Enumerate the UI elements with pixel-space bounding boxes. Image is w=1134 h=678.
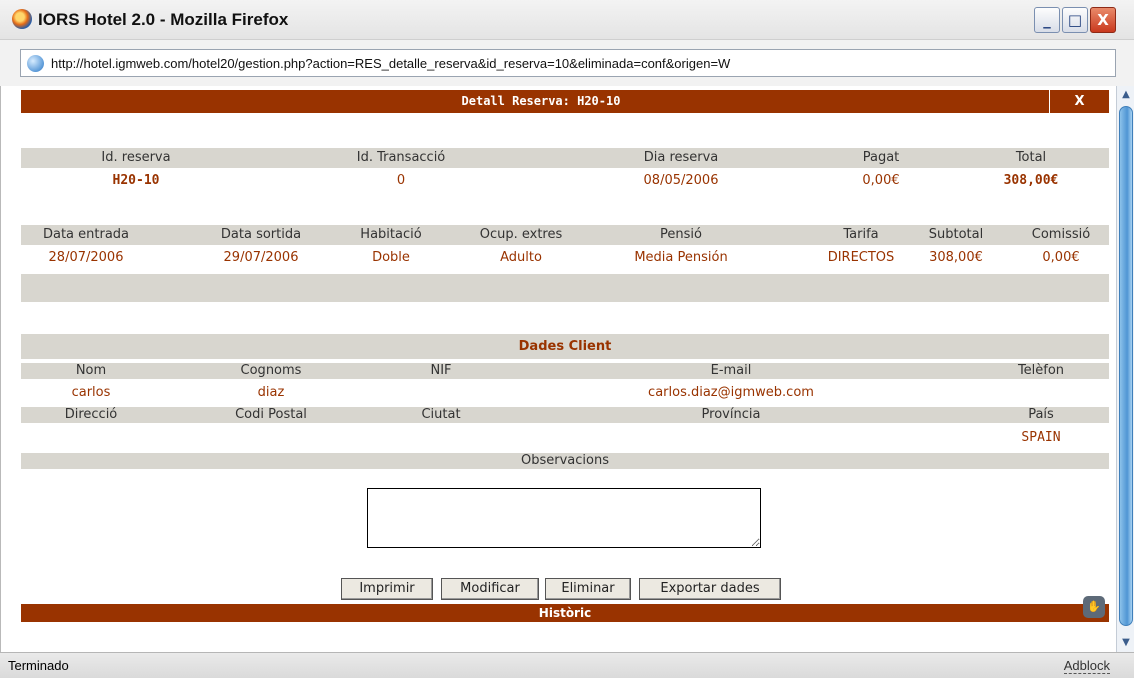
header-cognoms: Cognoms [240, 363, 302, 378]
minimize-button[interactable]: _ [1034, 7, 1060, 33]
hand-grip-icon[interactable]: ✋ [1083, 596, 1105, 618]
value-email: carlos.diaz@igmweb.com [648, 385, 814, 400]
value-habitacio: Doble [372, 250, 410, 265]
header-provincia: Província [701, 407, 761, 422]
value-data-sortida: 29/07/2006 [223, 250, 299, 265]
value-pagat: 0,00€ [862, 173, 900, 188]
value-tarifa: DIRECTOS [827, 250, 895, 265]
client-header-row-2 [21, 407, 1109, 423]
observations-label: Observacions [521, 453, 609, 468]
value-dia-reserva: 08/05/2006 [643, 173, 719, 188]
history-bar[interactable]: Històric [21, 604, 1109, 622]
value-nom: carlos [71, 385, 111, 400]
header-telefon: Telèfon [1017, 363, 1065, 378]
value-total: 308,00€ [1003, 173, 1059, 188]
header-habitacio: Habitació [360, 227, 422, 242]
close-window-button[interactable]: X [1090, 7, 1116, 33]
scroll-thumb[interactable] [1119, 106, 1133, 626]
status-bar: Terminado Adblock [0, 652, 1134, 678]
header-nom: Nom [75, 363, 107, 378]
url-text: http://hotel.igmweb.com/hotel20/gestion.… [51, 56, 731, 71]
delete-button[interactable]: Eliminar [545, 578, 631, 600]
client-section-title: Dades Client [21, 334, 1109, 359]
header-ciutat: Ciutat [421, 407, 461, 422]
value-id-transaccio: 0 [396, 173, 406, 188]
url-field[interactable]: http://hotel.igmweb.com/hotel20/gestion.… [20, 49, 1116, 77]
address-bar: http://hotel.igmweb.com/hotel20/gestion.… [0, 40, 1134, 86]
header-ocup-extres: Ocup. extres [479, 227, 563, 242]
detail-header-bar: Detall Reserva: H20-10 X [21, 90, 1109, 113]
header-codi-postal: Codi Postal [235, 407, 307, 422]
reservation-detail-panel: Detall Reserva: H20-10 X Id. reserva Id.… [21, 86, 1109, 652]
header-tarifa: Tarifa [843, 227, 879, 242]
value-subtotal: 308,00€ [929, 250, 983, 265]
header-data-sortida: Data sortida [220, 227, 302, 242]
value-data-entrada: 28/07/2006 [48, 250, 124, 265]
header-id-reserva: Id. reserva [101, 150, 171, 165]
close-detail-button[interactable]: X [1049, 90, 1109, 113]
page-content: Detall Reserva: H20-10 X Id. reserva Id.… [0, 86, 1134, 652]
export-button[interactable]: Exportar dades [639, 578, 781, 600]
value-comissio: 0,00€ [1042, 250, 1080, 265]
detail-title: Detall Reserva: H20-10 [461, 94, 621, 108]
observations-textarea[interactable] [367, 488, 761, 548]
value-cognoms: diaz [257, 385, 285, 400]
scroll-up-arrow-icon[interactable]: ▲ [1119, 88, 1133, 102]
stay-footer-row [21, 274, 1109, 302]
header-pensio: Pensió [660, 227, 702, 242]
header-id-transaccio: Id. Transacció [356, 150, 446, 165]
header-pais: País [1028, 407, 1054, 422]
window-titlebar: IORS Hotel 2.0 - Mozilla Firefox _ □ X [0, 0, 1134, 40]
header-data-entrada: Data entrada [42, 227, 130, 242]
header-direccio: Direcció [64, 407, 118, 422]
scroll-down-arrow-icon[interactable]: ▼ [1119, 636, 1133, 650]
modify-button[interactable]: Modificar [441, 578, 539, 600]
globe-icon [27, 55, 44, 72]
value-ocup-extres: Adulto [500, 250, 542, 265]
status-text: Terminado [8, 658, 69, 673]
header-total: Total [1015, 150, 1047, 165]
print-button[interactable]: Imprimir [341, 578, 433, 600]
header-dia-reserva: Dia reserva [643, 150, 719, 165]
value-pensio: Media Pensión [634, 250, 728, 265]
value-pais: SPAIN [1021, 430, 1061, 445]
vertical-scrollbar[interactable]: ▲ ▼ [1116, 86, 1134, 652]
window-title: IORS Hotel 2.0 - Mozilla Firefox [38, 10, 289, 29]
header-pagat: Pagat [862, 150, 900, 165]
firefox-logo-icon [12, 9, 32, 29]
adblock-link[interactable]: Adblock [1063, 658, 1110, 674]
header-comissio: Comissió [1031, 227, 1091, 242]
maximize-button[interactable]: □ [1062, 7, 1088, 33]
header-nif: NIF [430, 363, 452, 378]
value-id-reserva: H20-10 [112, 173, 160, 188]
client-header-row-1 [21, 363, 1109, 379]
header-email: E-mail [710, 363, 752, 378]
header-subtotal: Subtotal [928, 227, 984, 242]
